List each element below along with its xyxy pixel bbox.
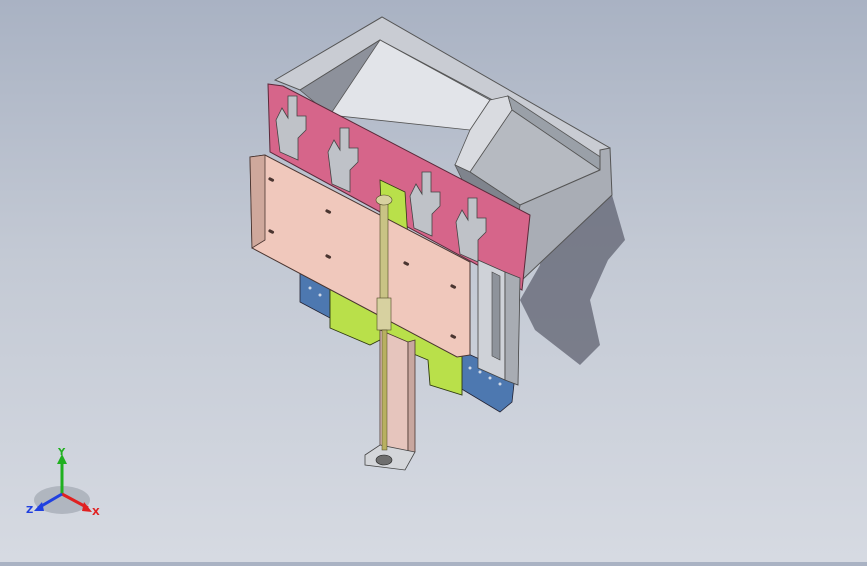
guide-column[interactable] [477, 259, 521, 386]
3d-viewport[interactable]: Y X Z [0, 0, 867, 562]
vertical-column[interactable] [364, 329, 416, 471]
z-axis-label: Z [26, 505, 34, 516]
y-axis-label: Y [58, 447, 66, 458]
coordinate-triad[interactable]: Y X Z [26, 448, 106, 528]
x-axis-label: X [92, 507, 100, 518]
